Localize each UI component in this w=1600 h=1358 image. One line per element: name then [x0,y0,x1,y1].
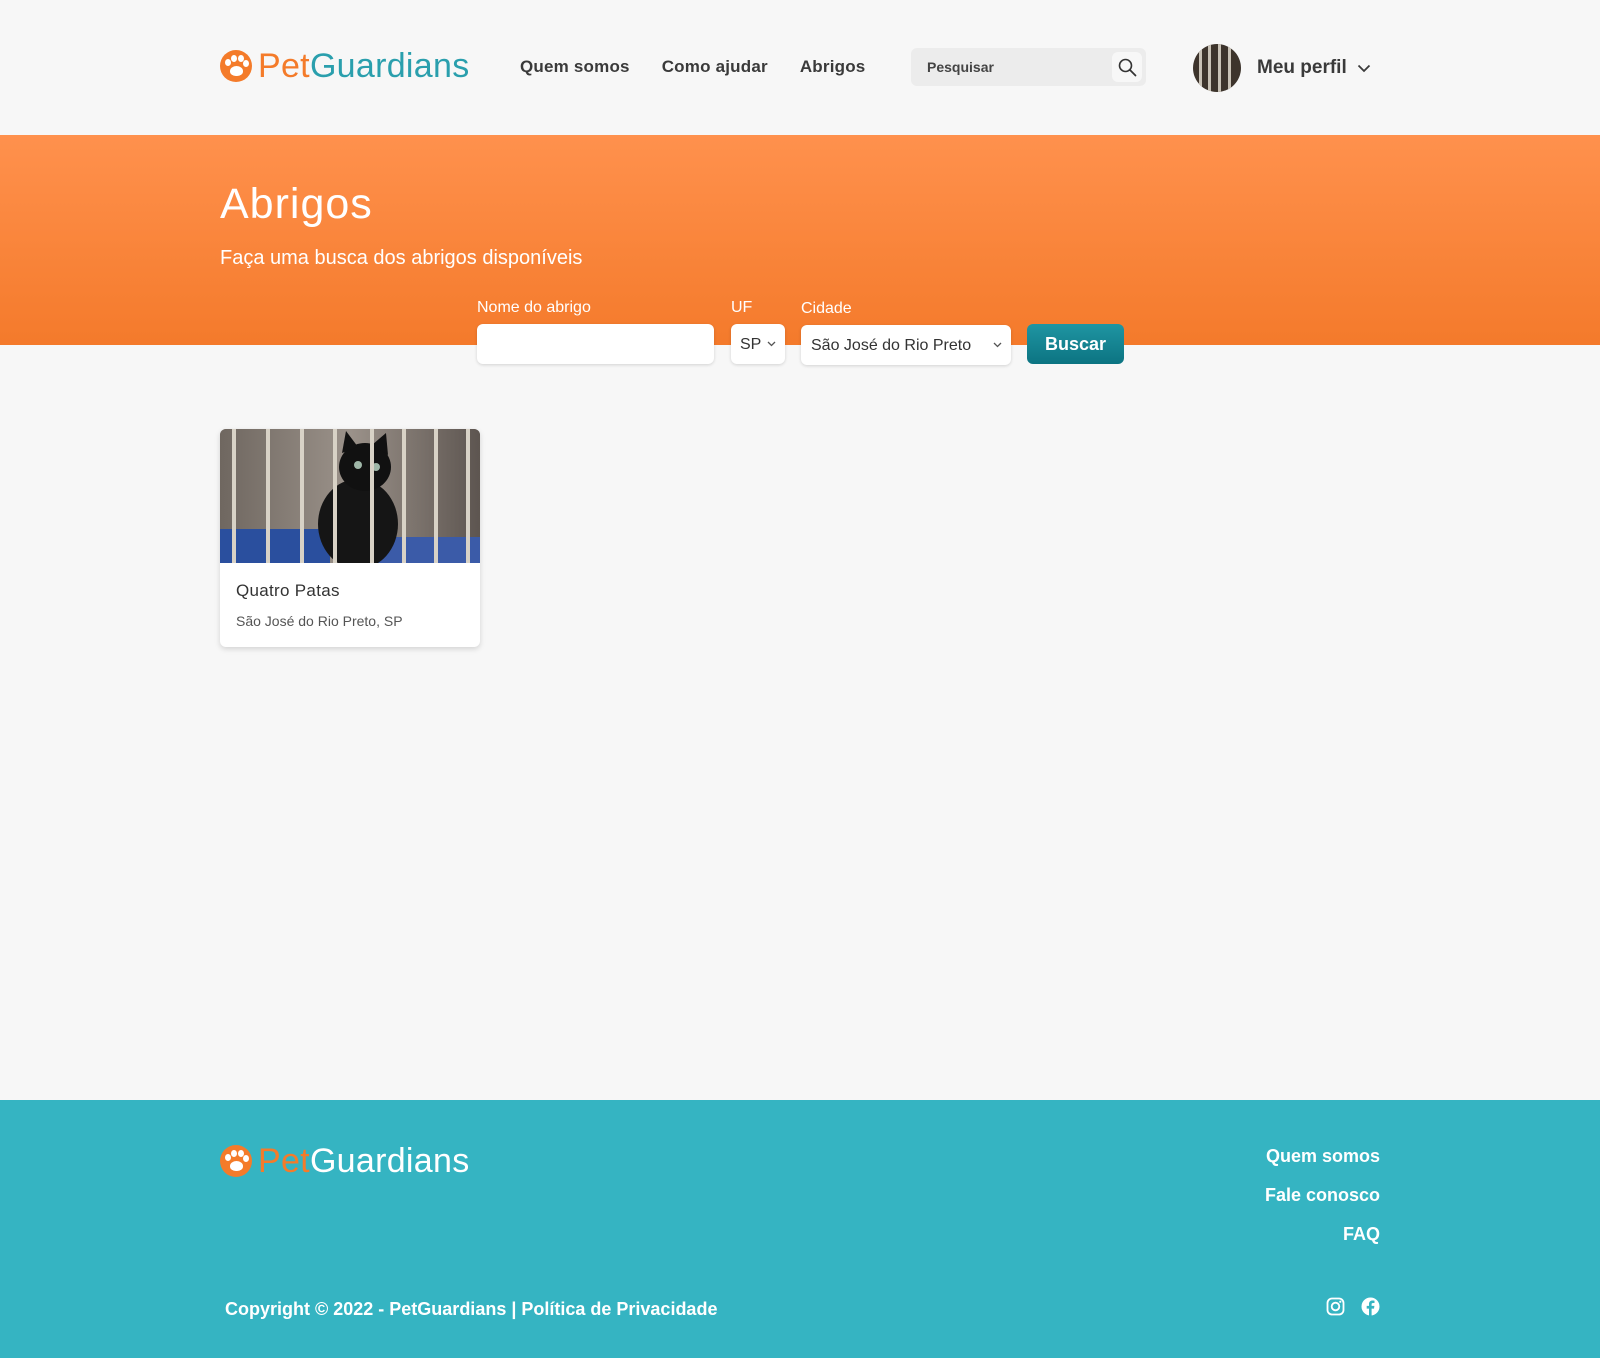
shelter-card[interactable]: Quatro Patas São José do Rio Preto, SP [220,429,480,647]
uf-label: UF [731,299,753,316]
footer-logo[interactable]: PetGuardians [220,1144,470,1178]
copyright-text: Copyright © 2022 - PetGuardians | Políti… [225,1299,718,1319]
search-button[interactable] [1112,52,1142,82]
footer-link-fale-conosco[interactable]: Fale conosco [1265,1185,1380,1206]
chevron-down-icon [993,342,1002,348]
logo-text-guardians: Guardians [309,47,470,85]
shelter-image [220,429,480,563]
page-title: Abrigos [220,180,373,228]
footer-links: Quem somos Fale conosco FAQ [1265,1146,1380,1263]
nav-link-como-ajudar[interactable]: Como ajudar [662,57,768,77]
nav-link-abrigos[interactable]: Abrigos [800,57,866,77]
uf-select[interactable]: SP [731,324,785,364]
footer-link-quem-somos[interactable]: Quem somos [1265,1146,1380,1167]
instagram-icon[interactable] [1326,1297,1345,1316]
brand-logo[interactable]: PetGuardians [220,49,470,83]
shelter-name-field[interactable] [477,324,714,364]
social-links [1326,1297,1380,1316]
profile-menu[interactable]: Meu perfil [1193,44,1371,92]
paw-icon [220,50,252,82]
uf-value: SP [740,336,762,353]
site-footer: PetGuardians Quem somos Fale conosco FAQ… [0,1100,1600,1358]
shelter-name-label: Nome do abrigo [477,299,591,316]
facebook-icon[interactable] [1361,1297,1380,1316]
chevron-down-icon [767,341,776,347]
main-nav: Quem somos Como ajudar Abrigos [520,57,865,77]
search-submit-button[interactable]: Buscar [1027,324,1124,364]
search-input[interactable]: Pesquisar [911,48,1146,86]
hero-banner: Abrigos Faça uma busca dos abrigos dispo… [0,135,1600,345]
search-placeholder: Pesquisar [927,59,994,75]
page-subtitle: Faça uma busca dos abrigos disponíveis [220,247,583,269]
profile-label: Meu perfil [1257,57,1347,78]
logo-text-pet: Pet [258,47,310,85]
site-header: PetGuardians Quem somos Como ajudar Abri… [0,0,1600,135]
city-label: Cidade [801,300,852,317]
avatar [1193,44,1241,92]
footer-logo-text-pet: Pet [258,1142,310,1180]
footer-logo-text-guardians: Guardians [309,1142,470,1180]
footer-link-faq[interactable]: FAQ [1265,1224,1380,1245]
chevron-down-icon [1357,64,1370,72]
shelter-name: Quatro Patas [236,581,340,600]
city-value: São José do Rio Preto [811,337,972,354]
shelter-location: São José do Rio Preto, SP [236,613,403,629]
city-select[interactable]: São José do Rio Preto [801,325,1011,365]
paw-icon [220,1145,252,1177]
nav-link-quem-somos[interactable]: Quem somos [520,57,630,77]
search-icon [1118,58,1137,77]
